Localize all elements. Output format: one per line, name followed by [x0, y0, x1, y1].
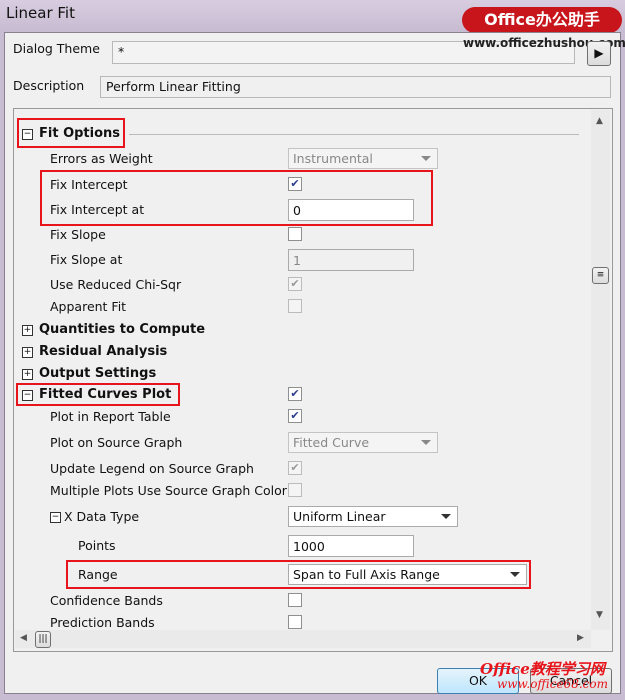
window-title: Linear Fit — [6, 4, 75, 22]
scroll-down-icon[interactable]: ▼ — [596, 610, 603, 620]
row-label: Update Legend on Source Graph — [50, 461, 254, 476]
scroll-up-icon[interactable]: ▲ — [596, 116, 603, 126]
row-label[interactable]: Residual Analysis — [39, 344, 167, 359]
row-residual-analysis: + Residual Analysis — [14, 342, 592, 362]
dropdown-value: Instrumental — [293, 151, 373, 166]
row-label: Confidence Bands — [50, 593, 163, 608]
section-divider — [129, 134, 579, 135]
chevron-down-icon — [441, 514, 451, 519]
row-fix-slope-at: Fix Slope at 1 — [14, 249, 592, 271]
row-label: Fix Slope — [50, 227, 106, 242]
dropdown-value: Fitted Curve — [293, 435, 370, 450]
checkbox: ✔ — [288, 277, 302, 291]
collapse-icon[interactable]: − — [50, 512, 61, 523]
checkbox — [288, 299, 302, 313]
vertical-scrollbar[interactable]: ▲ ≡ ▼ — [591, 110, 610, 630]
row-label: Apparent Fit — [50, 299, 127, 314]
row-use-reduced-chi-sqr: Use Reduced Chi-Sqr ✔ — [14, 275, 592, 295]
row-plot-in-report-table: Plot in Report Table ✔ — [14, 407, 592, 427]
text-input[interactable]: 1000 — [288, 535, 414, 557]
watermark-brand: Office教程学习网 — [480, 660, 605, 678]
checkbox[interactable] — [288, 227, 302, 241]
row-label[interactable]: X Data Type — [64, 509, 139, 524]
row-label: Points — [78, 538, 116, 553]
row-label: Prediction Bands — [50, 615, 155, 630]
row-errors-as-weight: Errors as Weight Instrumental — [14, 148, 592, 169]
horizontal-scroll-thumb[interactable]: ||| — [35, 631, 51, 648]
chevron-down-icon — [421, 440, 431, 445]
row-confidence-bands: Confidence Bands — [14, 591, 592, 611]
dropdown[interactable]: Uniform Linear — [288, 506, 458, 527]
checkbox[interactable]: ✔ — [288, 387, 302, 401]
dropdown: Fitted Curve — [288, 432, 438, 453]
checkbox[interactable] — [288, 593, 302, 607]
description-field: Perform Linear Fitting — [100, 76, 611, 98]
row-update-legend-on-source-graph: Update Legend on Source Graph ✔ — [14, 459, 592, 479]
row-fix-slope: Fix Slope — [14, 225, 592, 245]
description-label: Description — [13, 78, 85, 93]
checkbox: ✔ — [288, 461, 302, 475]
expand-icon[interactable]: + — [22, 369, 33, 380]
row-points: Points 1000 — [14, 535, 592, 557]
row-label: Plot on Source Graph — [50, 435, 183, 450]
checkbox[interactable]: ✔ — [288, 409, 302, 423]
row-label: Fix Slope at — [50, 252, 123, 267]
play-arrow-icon: ▶ — [594, 46, 604, 60]
chevron-down-icon — [421, 156, 431, 161]
row-output-settings: + Output Settings — [14, 364, 592, 384]
expand-icon[interactable]: + — [22, 325, 33, 336]
highlight-fit-options — [17, 118, 125, 148]
row-x-data-type: − X Data Type Uniform Linear — [14, 506, 592, 527]
text-input: 1 — [288, 249, 414, 271]
row-label: Multiple Plots Use Source Graph Color — [50, 483, 287, 498]
row-label: Errors as Weight — [50, 151, 153, 166]
dropdown-value: Uniform Linear — [293, 509, 386, 524]
dialog-theme-label: Dialog Theme — [13, 41, 100, 56]
row-label: Plot in Report Table — [50, 409, 171, 424]
row-multiple-plots-use-source-graph-color: Multiple Plots Use Source Graph Color — [14, 481, 592, 501]
vertical-scroll-thumb[interactable]: ≡ — [592, 267, 609, 284]
scroll-right-icon[interactable]: ▶ — [577, 633, 584, 643]
expand-icon[interactable]: + — [22, 347, 33, 358]
watermark-badge: Office办公助手 — [462, 7, 622, 33]
dropdown: Instrumental — [288, 148, 438, 169]
scroll-left-icon[interactable]: ◀ — [20, 633, 27, 643]
row-apparent-fit: Apparent Fit — [14, 297, 592, 317]
row-quantities-to-compute: + Quantities to Compute — [14, 320, 592, 340]
row-plot-on-source-graph: Plot on Source Graph Fitted Curve — [14, 432, 592, 453]
watermark-bottom-url: www.office68.com — [497, 677, 608, 691]
highlight-fitted-curves-plot — [16, 383, 180, 406]
row-label[interactable]: Quantities to Compute — [39, 322, 205, 337]
row-label[interactable]: Output Settings — [39, 366, 156, 381]
theme-menu-button[interactable]: ▶ — [587, 41, 611, 66]
highlight-range — [66, 560, 531, 589]
highlight-fix-intercept — [40, 170, 433, 226]
row-label: Use Reduced Chi-Sqr — [50, 277, 182, 292]
checkbox — [288, 483, 302, 497]
checkbox[interactable] — [288, 615, 302, 629]
dialog-window: Linear Fit Office办公助手 Dialog Theme * www… — [0, 0, 625, 700]
horizontal-scrollbar[interactable]: ◀ ||| ▶ — [15, 630, 591, 648]
